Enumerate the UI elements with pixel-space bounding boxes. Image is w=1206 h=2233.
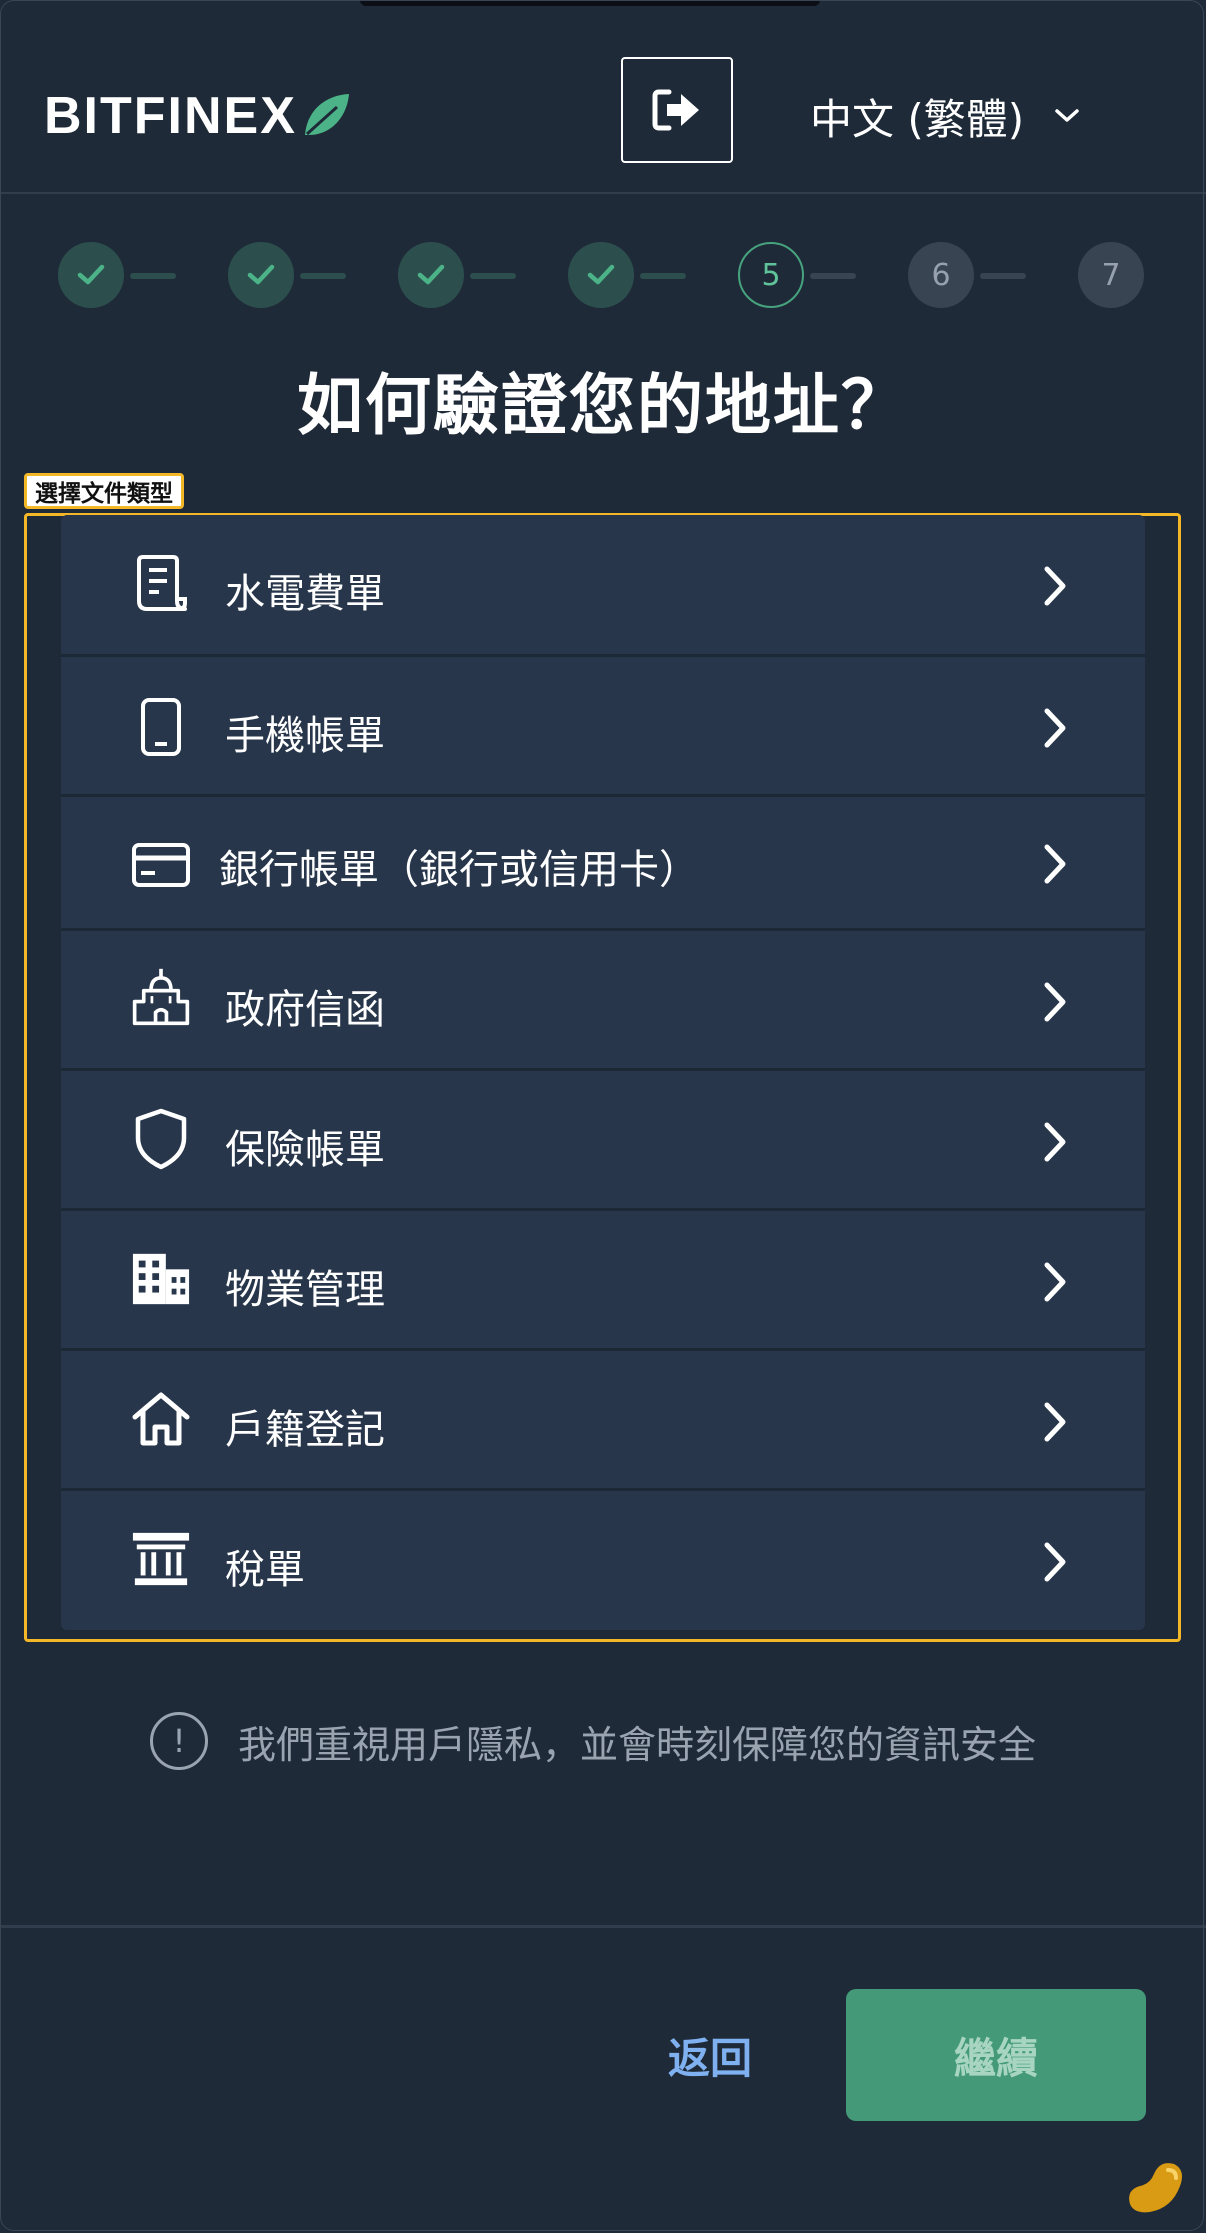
chevron-right-icon [1035,1537,1075,1587]
step-connector [300,273,346,279]
option-label: 稅單 [225,1547,305,1593]
step-7-pending: 7 [1078,242,1144,308]
receipt-icon [131,553,191,613]
government-building-icon [131,967,191,1027]
back-button[interactable]: 返回 [640,1990,780,2120]
option-bank-statement[interactable]: 銀行帳單（銀行或信用卡） [61,797,1145,931]
language-selector[interactable]: 中文 (繁體) [810,84,1080,148]
chevron-right-icon [1035,1117,1075,1167]
language-label: 中文 (繁體) [810,94,1025,144]
privacy-note-text: 我們重視用戶隱私，並會時刻保障您的資訊安全 [238,1722,1037,1767]
chevron-right-icon [1035,1397,1075,1447]
step-connector [810,273,856,279]
step-4-complete [568,242,634,308]
chevron-right-icon [1035,977,1075,1027]
step-1-complete [58,242,124,308]
footer-divider [0,1925,1206,1928]
chevron-right-icon [1035,561,1075,611]
option-label: 保險帳單 [225,1127,385,1173]
option-tax-bill[interactable]: 稅單 [61,1491,1145,1630]
document-type-list: 水電費單 手機帳單 銀行帳單（銀行或信用卡） 政府信函 保險帳單 物業管理 戶籍… [61,515,1145,1630]
office-building-icon [131,1249,191,1309]
option-utility-bill[interactable]: 水電費單 [61,515,1145,657]
step-connector [470,273,516,279]
step-connector [640,273,686,279]
check-icon [587,264,615,285]
chevron-right-icon [1035,839,1075,889]
chevron-right-icon [1035,1257,1075,1307]
option-label: 政府信函 [225,987,385,1033]
step-2-complete [228,242,294,308]
option-household-registration[interactable]: 戶籍登記 [61,1351,1145,1491]
option-label: 水電費單 [225,571,385,617]
header-divider [0,192,1206,194]
credit-card-icon [131,835,191,895]
check-icon [247,264,275,285]
chevron-down-icon [1055,109,1079,122]
option-label: 物業管理 [225,1267,385,1313]
bitfinex-logo[interactable]: BITFINEX [44,87,351,145]
mobile-phone-icon [131,697,191,757]
logout-button[interactable] [621,57,733,163]
check-icon [417,264,445,285]
option-phone-bill[interactable]: 手機帳單 [61,657,1145,797]
option-label: 手機帳單 [225,713,385,759]
leaf-icon [304,94,349,136]
exclamation-icon: ! [150,1712,208,1770]
shield-icon [131,1108,191,1170]
check-icon [77,264,105,285]
page-title: 如何驗證您的地址？ [297,367,909,444]
bank-icon [131,1529,191,1589]
option-label: 銀行帳單（銀行或信用卡） [219,847,699,893]
step-connector [130,273,176,279]
document-type-highlight-label: 選擇文件類型 [24,473,184,509]
progress-stepper: 5 6 7 [58,242,1148,310]
logout-icon [652,89,699,131]
option-government-letter[interactable]: 政府信函 [61,931,1145,1071]
chevron-right-icon [1035,703,1075,753]
home-icon [131,1389,191,1449]
header: BITFINEX 中文 (繁體) [0,0,1206,194]
option-insurance-bill[interactable]: 保險帳單 [61,1071,1145,1211]
jelly-bean-icon [1129,2163,1182,2213]
step-3-complete [398,242,464,308]
option-label: 戶籍登記 [225,1407,385,1453]
logo-text: BITFINEX [44,87,297,145]
step-5-current: 5 [738,242,804,308]
step-6-pending: 6 [908,242,974,308]
step-connector [980,273,1026,279]
option-property-management[interactable]: 物業管理 [61,1211,1145,1351]
continue-button[interactable]: 繼續 [846,1989,1146,2121]
privacy-note: ! 我們重視用戶隱私，並會時刻保障您的資訊安全 [150,1710,1036,1772]
